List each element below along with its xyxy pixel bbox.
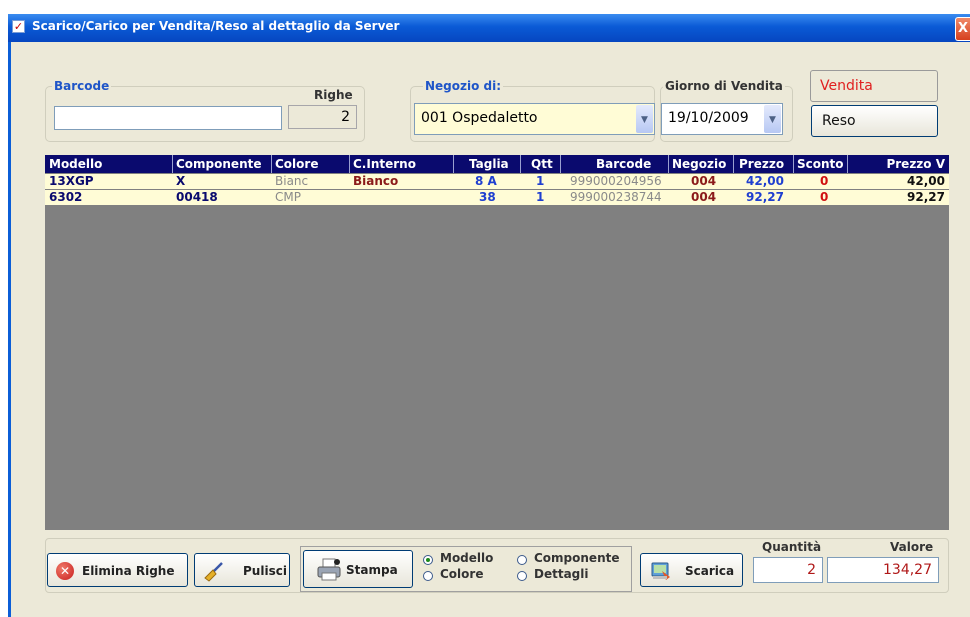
cell-colore: Bianc [275,174,309,188]
cell-cinterno: Bianco [353,174,399,188]
check-icon: ✓ [12,20,25,33]
cell-modello: 13XGP [49,174,94,188]
negozio-label: Negozio di: [423,79,504,93]
cell-barcode: 999000238744 [570,190,662,204]
cell-componente: X [176,174,186,188]
items-grid[interactable]: Modello Componente Colore C.Interno Tagl… [45,155,949,530]
pulisci-label: Pulisci [243,564,287,578]
col-header-taglia[interactable]: Taglia [469,157,509,171]
giorno-label: Giorno di Vendita [663,79,785,93]
valore-label: Valore [890,540,934,554]
giorno-date-picker[interactable]: 19/10/2009 ▼ [661,103,783,135]
cell-modello: 6302 [49,190,83,204]
radio-componente-label: Componente [534,551,620,565]
radio-dettagli[interactable] [517,571,527,581]
cell-prezzov: 92,27 [907,190,945,204]
grid-header: Modello Componente Colore C.Interno Tagl… [45,155,949,173]
cell-negozio: 004 [691,190,717,204]
close-icon: X [957,21,969,36]
radio-modello-label: Modello [440,551,494,565]
cell-prezzov: 42,00 [907,174,945,188]
col-header-negozio[interactable]: Negozio [672,157,726,171]
title-bar: ✓ Scarico/Carico per Vendita/Reso al det… [8,14,970,42]
col-divider [172,155,173,173]
stampa-label: Stampa [346,563,398,577]
col-header-colore[interactable]: Colore [275,157,318,171]
col-divider [668,155,669,173]
scarica-button[interactable]: Scarica [640,553,743,587]
radio-colore-label: Colore [440,567,484,581]
radio-componente[interactable] [517,555,527,565]
scarica-label: Scarica [685,564,735,578]
quantita-label: Quantità [762,540,822,554]
close-button[interactable]: X [955,17,970,41]
col-divider [453,155,454,173]
reso-button[interactable]: Reso [811,105,938,137]
col-divider [847,155,848,173]
col-divider [560,155,561,173]
col-header-prezzo[interactable]: Prezzo [739,157,784,171]
quantita-field: 2 [753,557,823,583]
cell-componente: 00418 [176,190,218,204]
elimina-righe-label: Elimina Righe [82,564,175,578]
col-header-sconto[interactable]: Sconto [797,157,844,171]
col-divider [349,155,350,173]
dropdown-arrow-icon[interactable]: ▼ [764,105,781,133]
righe-value: 2 [288,105,357,129]
righe-count: 2 [341,109,350,125]
printer-icon [317,558,341,581]
elimina-righe-button[interactable]: ✕ Elimina Righe [47,553,188,587]
valore-value: 134,27 [883,562,932,578]
radio-colore[interactable] [423,571,433,581]
col-header-prezzov[interactable]: Prezzo V [886,157,945,171]
cell-taglia: 8 A [475,174,497,188]
negozio-selected-value: 001 Ospedaletto [421,110,538,126]
cell-barcode: 999000204956 [570,174,662,188]
delete-icon: ✕ [56,562,74,580]
col-header-cinterno[interactable]: C.Interno [353,157,416,171]
giorno-value: 19/10/2009 [668,110,749,126]
unload-icon [651,562,670,580]
vendita-label: Vendita [820,78,873,94]
dropdown-arrow-icon[interactable]: ▼ [636,105,653,133]
col-divider [793,155,794,173]
col-header-barcode[interactable]: Barcode [596,157,651,171]
cell-prezzo: 92,27 [746,190,784,204]
col-divider [271,155,272,173]
cell-qtt: 1 [536,190,545,204]
cell-sconto: 0 [820,190,829,204]
cell-qtt: 1 [536,174,545,188]
radio-modello[interactable] [423,555,433,565]
stampa-button[interactable]: Stampa [303,550,413,588]
radio-dettagli-label: Dettagli [534,567,589,581]
vendita-button[interactable]: Vendita [810,70,938,102]
pulisci-button[interactable]: Pulisci [194,553,290,587]
col-header-componente[interactable]: Componente [176,157,262,171]
col-header-qtt[interactable]: Qtt [531,157,553,171]
table-row[interactable]: 13XGP X Bianc Bianco 8 A 1 999000204956 … [45,174,949,189]
cell-negozio: 004 [691,174,717,188]
col-divider [520,155,521,173]
righe-label: Righe [314,88,353,102]
table-row[interactable]: 6302 00418 CMP 38 1 999000238744 004 92,… [45,190,949,205]
barcode-label: Barcode [52,79,112,93]
col-header-modello[interactable]: Modello [49,157,102,171]
window-title: Scarico/Carico per Vendita/Reso al detta… [32,19,400,33]
quantita-value: 2 [807,562,816,578]
col-divider [733,155,734,173]
barcode-input[interactable] [54,106,282,130]
negozio-select[interactable]: 001 Ospedaletto ▼ [414,103,655,135]
broom-icon [204,562,223,582]
cell-colore: CMP [275,190,301,204]
valore-field: 134,27 [827,557,939,583]
cell-taglia: 38 [479,190,496,204]
reso-label: Reso [822,113,856,129]
cell-prezzo: 42,00 [746,174,784,188]
cell-sconto: 0 [820,174,829,188]
